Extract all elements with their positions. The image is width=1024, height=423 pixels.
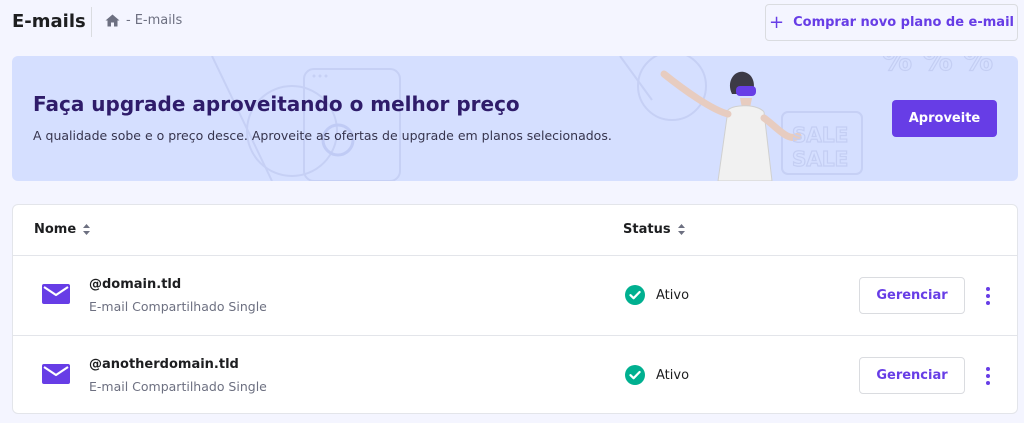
plus-icon: +: [769, 11, 785, 33]
more-options-icon[interactable]: [981, 285, 995, 307]
buy-email-plan-label: Comprar novo plano de e-mail: [793, 15, 1014, 30]
home-icon[interactable]: [105, 14, 120, 27]
more-options-icon[interactable]: [981, 365, 995, 387]
banner-decoration: SALESALE % % %: [211, 56, 994, 181]
check-circle-icon: [625, 285, 645, 305]
column-label: Status: [623, 222, 671, 237]
table-row: @anotherdomain.tld E-mail Compartilhado …: [13, 336, 1017, 413]
banner-decor-text: % % %: [882, 56, 993, 78]
woman-illustration: [660, 70, 802, 181]
top-bar: E-mails - E-mails + Comprar novo plano d…: [0, 0, 1024, 44]
manage-button[interactable]: Gerenciar: [859, 277, 965, 314]
breadcrumb: - E-mails: [105, 13, 182, 28]
banner-subtitle: A qualidade sobe e o preço desce. Aprove…: [33, 128, 612, 143]
emails-table: Nome Status @domain.tld E-mail Compartil…: [12, 204, 1018, 414]
sort-icon: [83, 224, 91, 235]
status-text: Ativo: [656, 368, 690, 383]
banner-title: Faça upgrade aproveitando o melhor preço: [33, 92, 520, 116]
aproveite-button[interactable]: Aproveite: [892, 100, 997, 137]
table-row: @domain.tld E-mail Compartilhado Single …: [13, 256, 1017, 336]
breadcrumb-current: E-mails: [134, 13, 183, 28]
upgrade-banner: SALE SALE % % % Faça upgrade aproveitando …: [12, 56, 1018, 181]
domain-name[interactable]: @anotherdomain.tld: [89, 357, 239, 372]
table-header: Nome Status: [13, 205, 1017, 256]
page-title: E-mails: [12, 11, 86, 32]
breadcrumb-separator: -: [126, 13, 131, 28]
buy-email-plan-button[interactable]: + Comprar novo plano de e-mail: [765, 4, 1018, 41]
domain-name[interactable]: @domain.tld: [89, 277, 181, 292]
mail-icon: [42, 364, 70, 384]
banner-decor-text: SALE: [792, 147, 848, 171]
mail-icon: [42, 284, 70, 304]
title-divider: [91, 7, 92, 37]
sort-icon: [677, 224, 685, 235]
plan-name: E-mail Compartilhado Single: [89, 299, 267, 314]
banner-decor-text: SALE: [792, 123, 848, 147]
plan-name: E-mail Compartilhado Single: [89, 379, 267, 394]
column-label: Nome: [34, 222, 77, 237]
column-header-status[interactable]: Status: [623, 222, 685, 237]
column-header-nome[interactable]: Nome: [34, 222, 91, 237]
status-text: Ativo: [656, 288, 690, 303]
manage-button[interactable]: Gerenciar: [859, 357, 965, 394]
check-circle-icon: [625, 365, 645, 385]
